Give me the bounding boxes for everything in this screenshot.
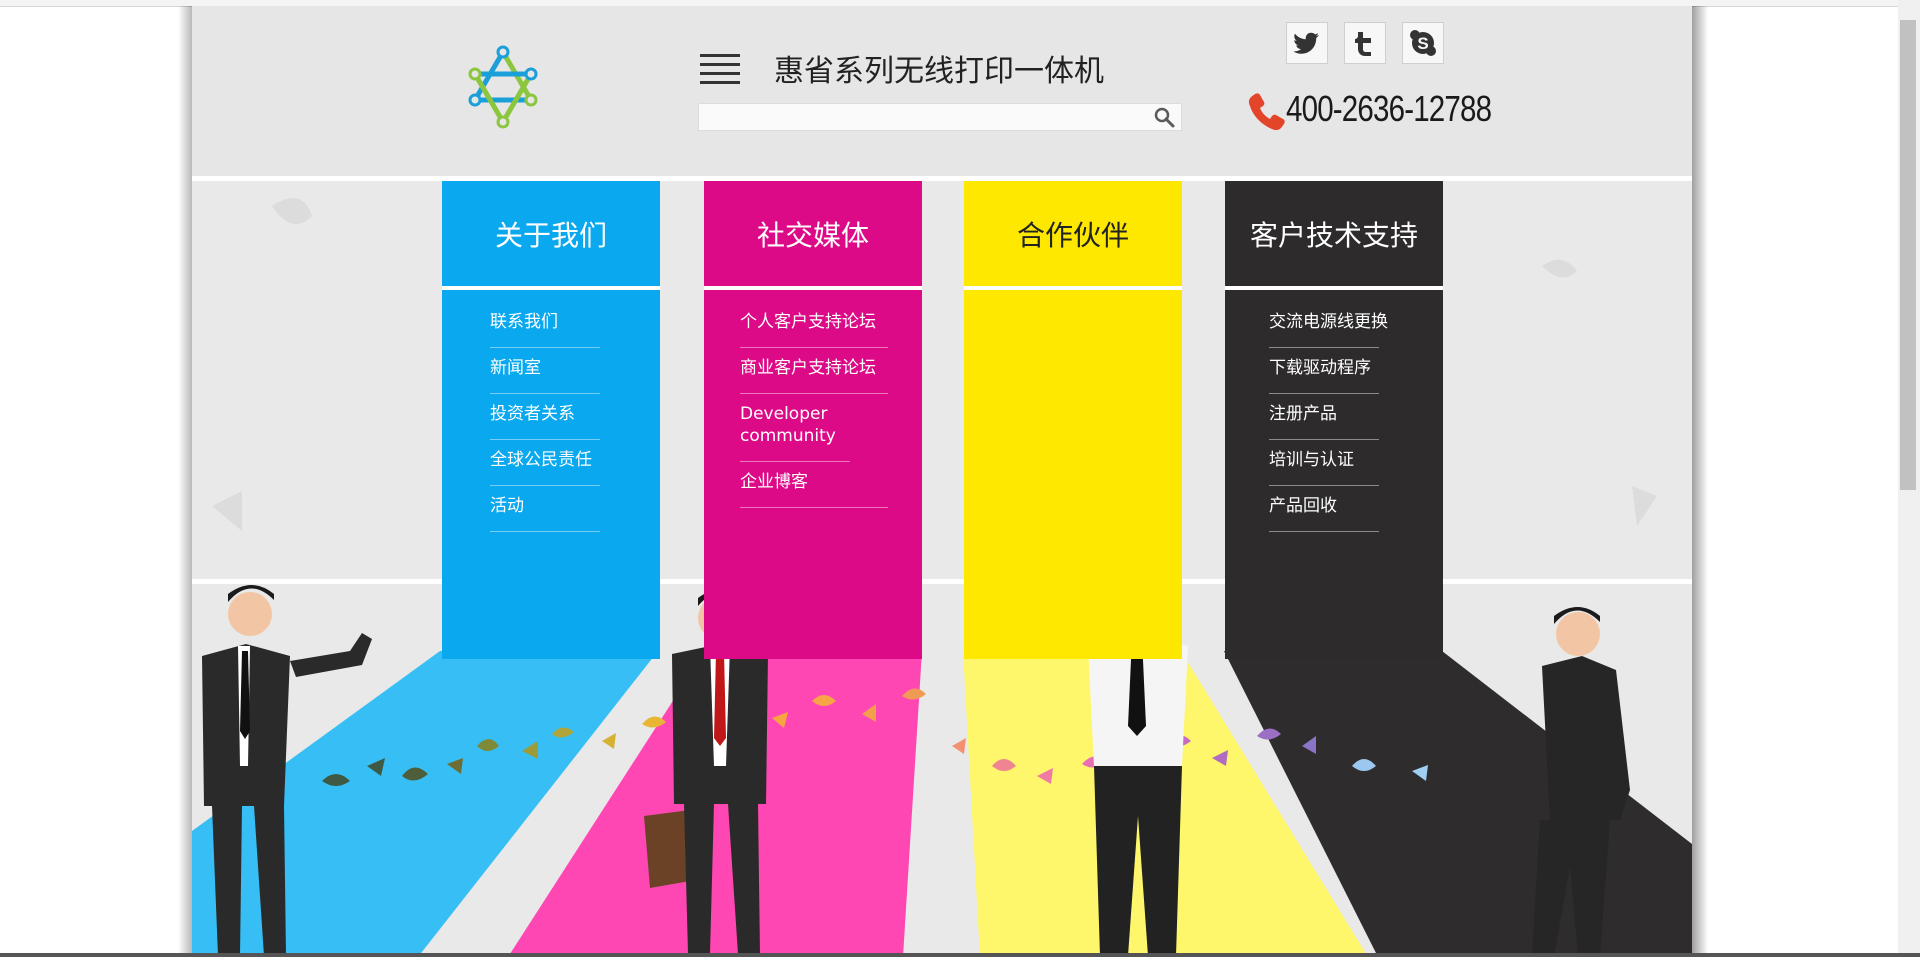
page-shadow-left — [178, 6, 192, 957]
column-about-us: 关于我们 联系我们 新闻室 投资者关系 全球公民责任 活动 — [442, 181, 660, 659]
search-input[interactable] — [705, 107, 1139, 129]
column-heading-social-media[interactable]: 社交媒体 — [704, 181, 922, 286]
column-partners: 合作伙伴 — [964, 181, 1182, 659]
phone-number: 400-2636-12788 — [1286, 88, 1492, 129]
columns-divider — [192, 579, 1692, 584]
column-body — [964, 290, 1182, 659]
column-heading-customer-support[interactable]: 客户技术支持 — [1225, 181, 1443, 286]
link-newsroom[interactable]: 新闻室 — [490, 348, 600, 394]
link-business-support-forum[interactable]: 商业客户支持论坛 — [740, 348, 888, 394]
magnifier-icon[interactable] — [1153, 106, 1175, 128]
link-register-product[interactable]: 注册产品 — [1269, 394, 1379, 440]
star-of-david-logo[interactable] — [463, 42, 543, 132]
hamburger-menu-icon[interactable] — [700, 54, 740, 86]
link-corporate-blog[interactable]: 企业博客 — [740, 462, 888, 508]
svg-text:S: S — [1417, 34, 1428, 53]
column-social-media: 社交媒体 个人客户支持论坛 商业客户支持论坛 Developer communi… — [704, 181, 922, 659]
column-customer-support: 客户技术支持 交流电源线更换 下载驱动程序 注册产品 培训与认证 产品回收 — [1225, 181, 1443, 659]
page-container: 惠省系列无线打印一体机 S 400-2636-12788 关于我们 联系我们 新… — [192, 6, 1692, 957]
browser-bottom-edge — [0, 953, 1920, 957]
link-training-certification[interactable]: 培训与认证 — [1269, 440, 1379, 486]
link-power-cord-replacement[interactable]: 交流电源线更换 — [1269, 302, 1388, 348]
column-body: 个人客户支持论坛 商业客户支持论坛 Developer community 企业… — [704, 290, 922, 659]
search-box — [698, 103, 1182, 131]
column-body: 交流电源线更换 下载驱动程序 注册产品 培训与认证 产品回收 — [1225, 290, 1443, 659]
column-body: 联系我们 新闻室 投资者关系 全球公民责任 活动 — [442, 290, 660, 659]
column-heading-partners[interactable]: 合作伙伴 — [964, 181, 1182, 286]
scrollbar-thumb[interactable] — [1900, 20, 1916, 490]
link-investor-relations[interactable]: 投资者关系 — [490, 394, 600, 440]
link-contact-us[interactable]: 联系我们 — [490, 302, 600, 348]
link-global-citizenship[interactable]: 全球公民责任 — [490, 440, 600, 486]
skype-icon[interactable]: S — [1402, 22, 1444, 64]
link-download-drivers[interactable]: 下载驱动程序 — [1269, 348, 1379, 394]
tumblr-icon[interactable] — [1344, 22, 1386, 64]
site-title: 惠省系列无线打印一体机 — [774, 54, 1104, 89]
link-personal-support-forum[interactable]: 个人客户支持论坛 — [740, 302, 888, 348]
phone-handset-icon — [1248, 93, 1285, 131]
link-events[interactable]: 活动 — [490, 486, 600, 532]
twitter-icon[interactable] — [1286, 22, 1328, 64]
column-heading-about-us[interactable]: 关于我们 — [442, 181, 660, 286]
page-shadow-right — [1692, 6, 1708, 957]
link-developer-community[interactable]: Developer community — [740, 394, 850, 462]
header-divider — [192, 176, 1692, 181]
link-product-recycling[interactable]: 产品回收 — [1269, 486, 1379, 532]
site-header: 惠省系列无线打印一体机 S 400-2636-12788 — [192, 6, 1692, 176]
